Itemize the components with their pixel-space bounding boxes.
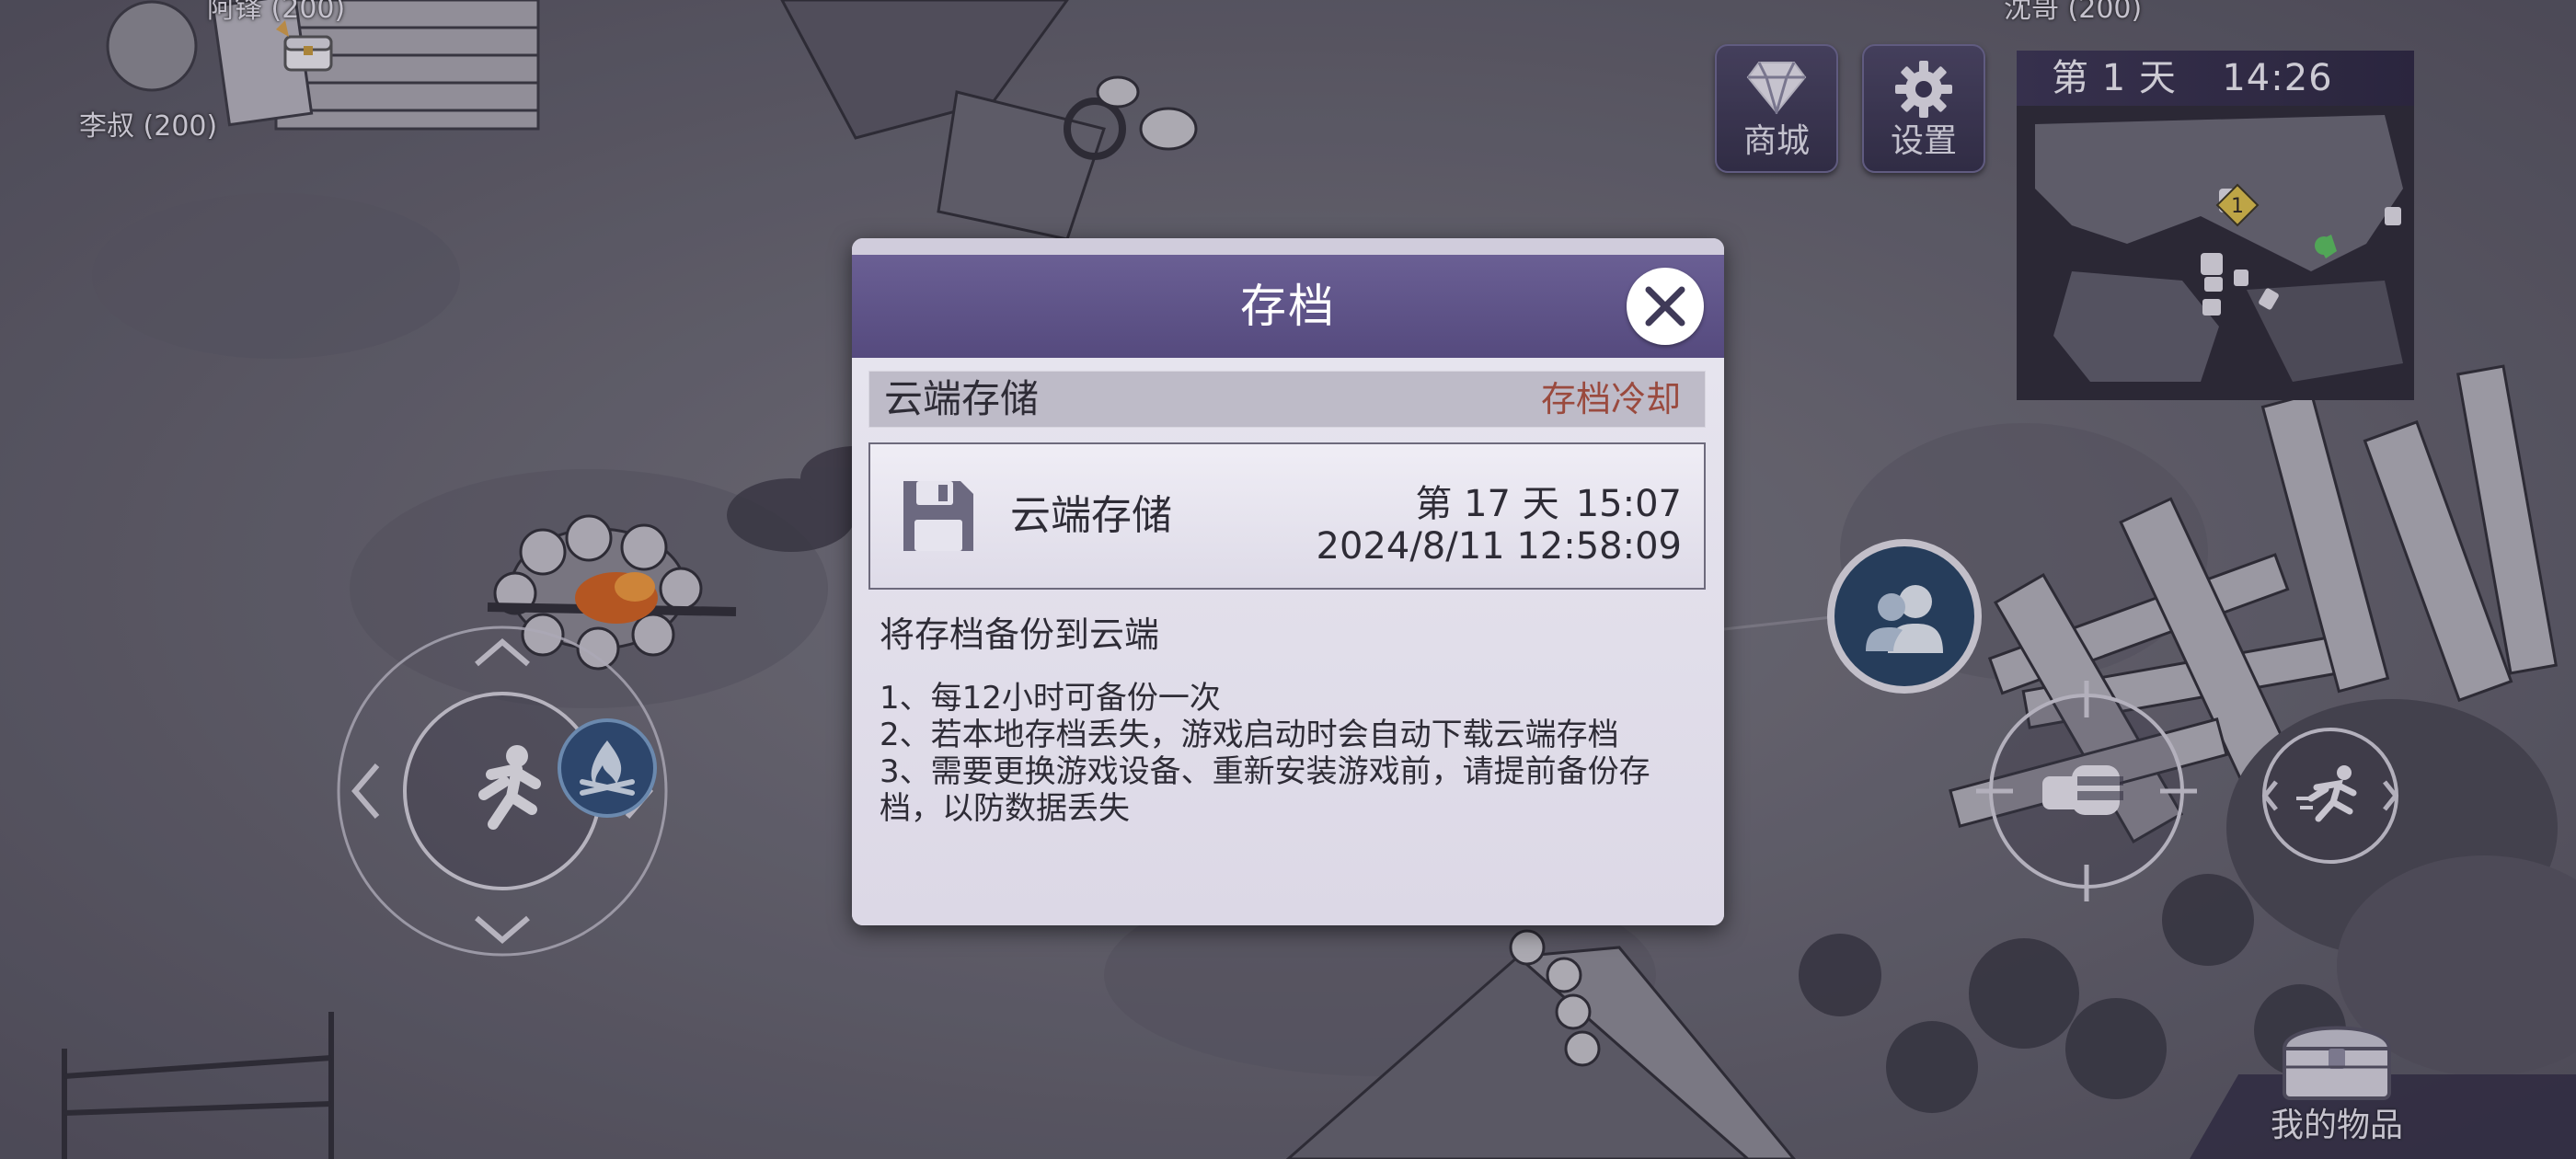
save-dialog: 存档 云端存储 存档冷却 云端存储 第 17 天 15:07 2024/8/11 … bbox=[852, 238, 1724, 925]
floppy-disk-icon bbox=[903, 481, 973, 551]
backup-rules: 1、每12小时可备份一次 2、若本地存档丢失，游戏启动时会自动下载云端存档 3、… bbox=[880, 680, 1698, 827]
backup-description: 将存档备份到云端 bbox=[880, 614, 1160, 655]
cloud-save-slot[interactable]: 云端存储 第 17 天 15:07 2024/8/11 12:58:09 bbox=[868, 442, 1706, 590]
rule-item: 3、需要更换游戏设备、重新安装游戏前，请提前备份存档，以防数据丢失 bbox=[880, 753, 1650, 827]
rule-item: 1、每12小时可备份一次 bbox=[880, 680, 1221, 717]
slot-timestamp: 2024/8/11 12:58:09 bbox=[1316, 525, 1682, 568]
dialog-top-strip bbox=[852, 238, 1724, 255]
section-label: 云端存储 bbox=[884, 376, 1040, 421]
cloud-section-header: 云端存储 存档冷却 bbox=[868, 371, 1706, 428]
cooldown-status: 存档冷却 bbox=[1540, 379, 1681, 419]
slot-game-day: 第 17 天 15:07 bbox=[1415, 483, 1682, 525]
rule-item: 2、若本地存档丢失，游戏启动时会自动下载云端存档 bbox=[880, 717, 1619, 753]
slot-name: 云端存储 bbox=[1010, 492, 1172, 539]
close-icon bbox=[1645, 286, 1685, 327]
dialog-body: 云端存储 存档冷却 云端存储 第 17 天 15:07 2024/8/11 12:… bbox=[852, 358, 1724, 925]
dialog-title: 存档 bbox=[1240, 280, 1336, 333]
close-button[interactable] bbox=[1627, 268, 1704, 345]
